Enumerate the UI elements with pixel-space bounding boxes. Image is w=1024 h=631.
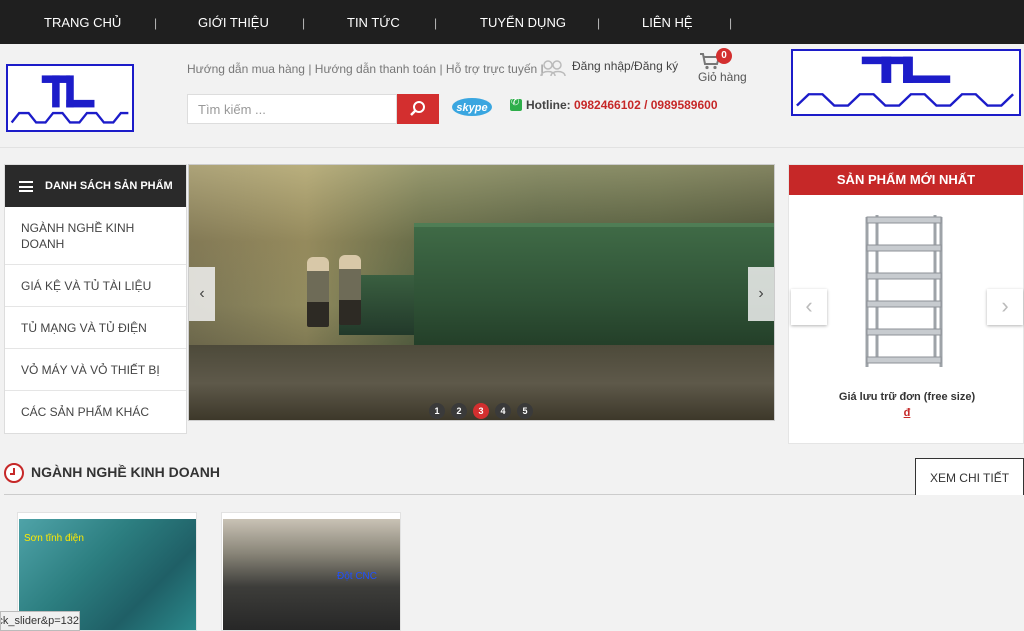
clock-icon: [4, 463, 24, 483]
nav-home[interactable]: TRANG CHỦ: [44, 0, 121, 44]
slider-prev-button[interactable]: ‹: [189, 267, 215, 321]
hotline-numbers[interactable]: 0982466102 / 0989589600: [574, 98, 717, 112]
nav-separator: |: [154, 16, 158, 30]
users-icon: [540, 60, 566, 77]
slider-pagination: 1 2 3 4 5: [429, 403, 533, 419]
nav-separator: |: [729, 16, 733, 30]
image-slider[interactable]: ‹ › 1 2 3 4 5: [188, 164, 775, 421]
slide-image: [189, 165, 774, 420]
search-input[interactable]: [187, 94, 397, 124]
logo-mark-icon: [796, 56, 1014, 107]
card-caption: Đột CNC: [337, 571, 378, 582]
nav-separator: |: [597, 16, 601, 30]
product-category-sidebar: DANH SÁCH SẢN PHẨM NGÀNH NGHỀ KINH DOANH…: [4, 164, 187, 434]
nav-careers[interactable]: TUYỂN DỤNG: [480, 0, 566, 44]
slider-next-button[interactable]: ›: [748, 267, 774, 321]
help-links: Hướng dẫn mua hàng | Hướng dẫn thanh toá…: [187, 62, 544, 76]
nav-separator: |: [434, 16, 438, 30]
section-header: NGÀNH NGHỀ KINH DOANH XEM CHI TIẾT: [4, 458, 1024, 495]
login-link[interactable]: Đăng nhập/Đăng ký: [572, 59, 678, 73]
cart-link[interactable]: Giỏ hàng: [698, 70, 747, 84]
slider-dot[interactable]: 2: [451, 403, 467, 419]
slider-dot[interactable]: 1: [429, 403, 445, 419]
newest-prev-button[interactable]: ‹: [791, 289, 827, 325]
product-price: đ: [903, 407, 911, 419]
newest-products-title: SẢN PHẨM MỚI NHẤT: [789, 165, 1023, 195]
slider-dot[interactable]: 5: [517, 403, 533, 419]
worker-figure: [339, 255, 361, 325]
slider-dot[interactable]: 4: [495, 403, 511, 419]
sidebar-title: DANH SÁCH SẢN PHẨM: [45, 180, 173, 192]
top-nav: TRANG CHỦ | GIỚI THIỆU | TIN TỨC | TUYỂN…: [0, 0, 1024, 44]
worker-figure: [307, 257, 329, 327]
search-button[interactable]: [397, 94, 439, 124]
link-separator: |: [304, 62, 315, 76]
hotline: Hotline: 0982466102 / 0989589600: [526, 98, 718, 112]
site-header: Hướng dẫn mua hàng | Hướng dẫn thanh toá…: [0, 44, 1024, 148]
hotline-label: Hotline:: [526, 98, 571, 112]
machine-shape: [414, 223, 774, 348]
payment-guide-link[interactable]: Hướng dẫn thanh toán: [315, 62, 436, 76]
sidebar-item-business[interactable]: NGÀNH NGHỀ KINH DOANH: [5, 207, 186, 265]
nav-contact[interactable]: LIÊN HỆ: [642, 0, 693, 44]
view-details-button[interactable]: XEM CHI TIẾT: [915, 458, 1024, 495]
sidebar-item-cabinets[interactable]: TỦ MẠNG VÀ TỦ ĐIỆN: [5, 307, 186, 349]
sidebar-item-other[interactable]: CÁC SẢN PHẨM KHÁC: [5, 391, 186, 433]
nav-separator: |: [302, 16, 306, 30]
sidebar-header[interactable]: DANH SÁCH SẢN PHẨM: [5, 165, 186, 207]
sidebar-item-enclosures[interactable]: VỎ MÁY VÀ VỎ THIẾT BỊ: [5, 349, 186, 391]
svg-text:skype: skype: [456, 102, 487, 114]
industry-card[interactable]: Đột CNC: [221, 512, 401, 631]
section-title: NGÀNH NGHỀ KINH DOANH: [31, 464, 220, 480]
logo-mark-icon: [10, 75, 129, 124]
logo[interactable]: [6, 64, 134, 132]
nav-about[interactable]: GIỚI THIỆU: [198, 0, 269, 44]
online-support-link[interactable]: Hỗ trợ trực tuyến: [446, 62, 537, 76]
product-name[interactable]: Giá lưu trữ đơn (free size): [789, 391, 1024, 403]
newest-next-button[interactable]: ›: [987, 289, 1023, 325]
menu-icon: [19, 181, 33, 192]
link-separator: |: [436, 62, 446, 76]
card-caption: Sơn tĩnh điện: [24, 533, 84, 544]
banner-logo: [791, 49, 1021, 116]
slider-dot-active[interactable]: 3: [473, 403, 489, 419]
product-image[interactable]: [863, 213, 945, 371]
nav-news[interactable]: TIN TỨC: [347, 0, 400, 44]
phone-icon: [510, 97, 522, 111]
skype-icon[interactable]: skype: [451, 96, 493, 118]
sidebar-item-shelves[interactable]: GIÁ KỆ VÀ TỦ TÀI LIỆU: [5, 265, 186, 307]
status-bar-url: ck_slider&p=132: [0, 611, 80, 631]
shopping-guide-link[interactable]: Hướng dẫn mua hàng: [187, 62, 305, 76]
search-icon: [410, 101, 425, 116]
cart-count-badge: 0: [716, 48, 732, 64]
newest-products-panel: SẢN PHẨM MỚI NHẤT ‹ › Giá lưu trữ đơn (f…: [788, 164, 1024, 444]
